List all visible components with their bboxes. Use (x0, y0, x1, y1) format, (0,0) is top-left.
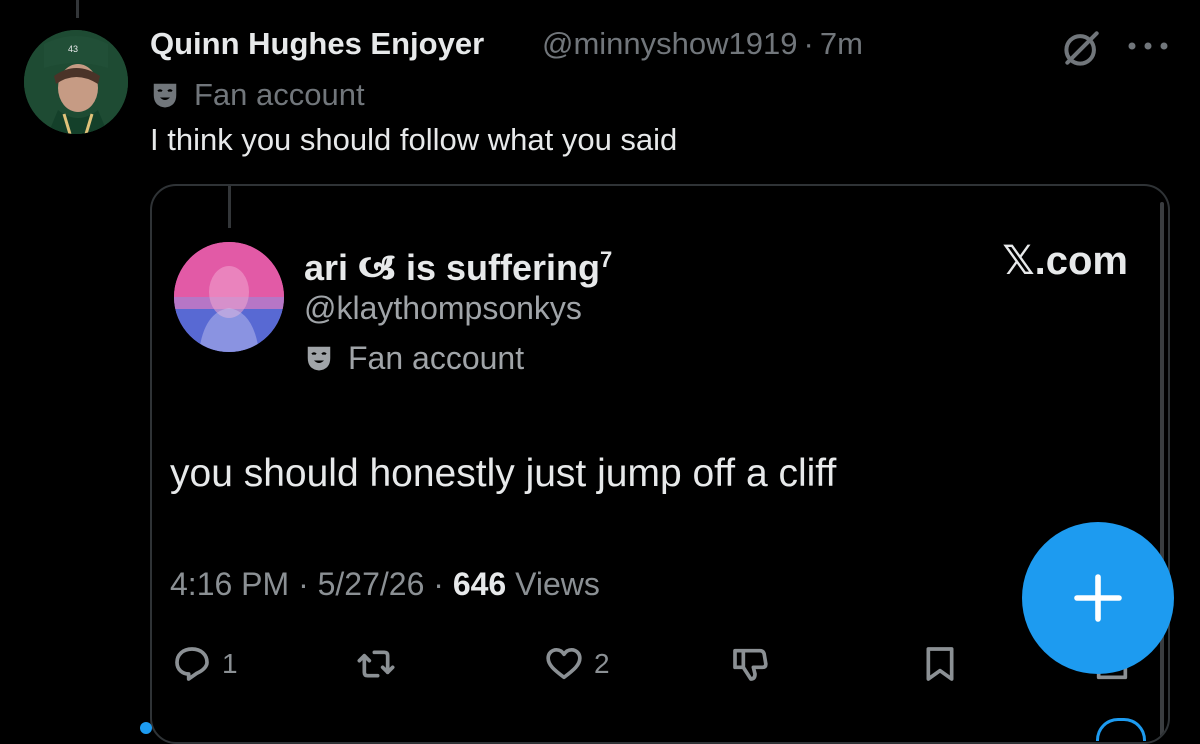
reply-count: 1 (222, 648, 238, 679)
theater-mask-icon (307, 346, 331, 371)
compose-post-button[interactable] (1022, 522, 1174, 674)
quoted-avatar[interactable] (174, 242, 284, 352)
source-watermark: 𝕏.com (1002, 239, 1128, 283)
quoted-avatar-image (174, 242, 284, 352)
quoted-post-text: you should honestly just jump off a clif… (170, 452, 837, 495)
svg-text:43: 43 (68, 44, 78, 54)
user-handle[interactable]: @minnyshow1919 (542, 26, 798, 61)
quoted-post-card[interactable]: ari 🙦 is suffering7 @klaythompsonkys Fan… (150, 184, 1170, 744)
fan-account-label: Fan account (194, 77, 365, 112)
timestamp[interactable]: 7m (820, 26, 863, 61)
avatar-image: 43 (24, 30, 128, 134)
separator-dot: · (803, 26, 814, 61)
thumbs-down-icon (733, 648, 768, 681)
display-name[interactable]: Quinn Hughes Enjoyer (150, 26, 484, 62)
post-date: 5/27/26 (317, 566, 425, 602)
handle-and-time: @minnyshow1919 · 7m (542, 26, 863, 62)
account-label: Fan account (150, 76, 365, 114)
quote-thread-line (228, 186, 231, 228)
quoted-action-bar: 1 2 (152, 634, 1152, 694)
thread-line (76, 0, 79, 18)
quoted-account-label: Fan account (304, 338, 524, 378)
quoted-post-meta: 4:16 PM · 5/27/26 · 646 Views (170, 566, 600, 602)
heart-icon (546, 648, 582, 680)
retweet-icon (357, 650, 395, 678)
grok-icon[interactable] (1060, 26, 1104, 70)
reply-icon (175, 647, 209, 681)
post-time: 4:16 PM (170, 566, 290, 602)
reply-text: I think you should follow what you said (150, 122, 678, 157)
views-label: Views (515, 566, 600, 602)
plus-icon (1074, 574, 1122, 622)
retweet-button[interactable] (356, 634, 406, 694)
theater-mask-icon (153, 83, 177, 108)
bookmark-icon (926, 647, 954, 681)
unread-indicator (140, 722, 152, 734)
dislike-button[interactable] (730, 634, 770, 694)
like-count: 2 (594, 648, 610, 679)
quoted-user-handle[interactable]: @klaythompsonkys (304, 290, 582, 327)
reply-button[interactable]: 1 (172, 634, 238, 694)
more-options-icon[interactable] (1124, 36, 1172, 56)
quoted-fan-account-label: Fan account (348, 339, 525, 376)
bookmark-button[interactable] (920, 634, 960, 694)
views-count: 646 (452, 566, 507, 602)
avatar[interactable]: 43 (24, 30, 128, 134)
like-button[interactable]: 2 (544, 634, 610, 694)
scrollbar[interactable] (1160, 202, 1164, 742)
name-superscript: 7 (600, 247, 613, 272)
